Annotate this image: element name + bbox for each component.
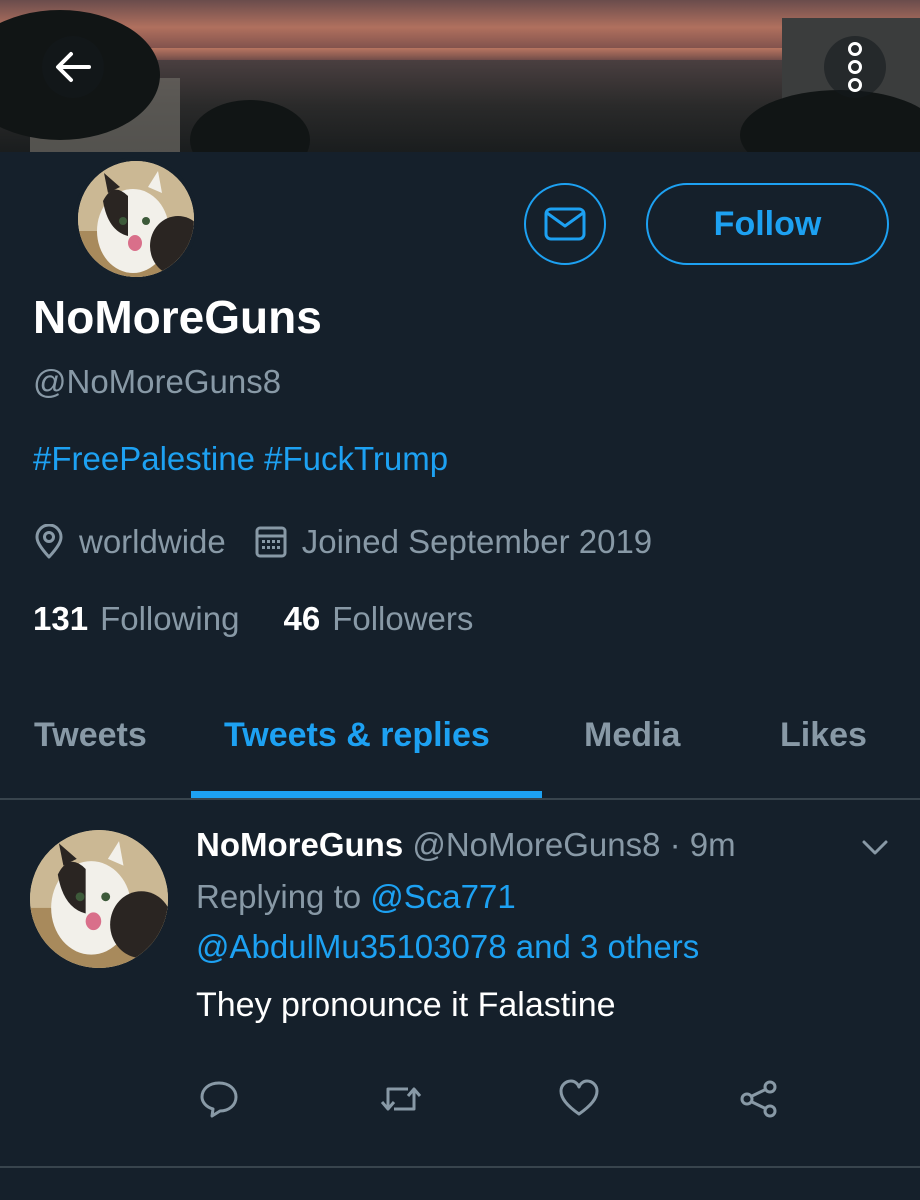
retweet-icon	[380, 1087, 422, 1111]
follow-button[interactable]: Follow	[646, 183, 889, 265]
replying-to-user-link[interactable]: @Sca771	[370, 878, 515, 915]
tweet-separator: ·	[669, 826, 681, 863]
cat-avatar-image	[78, 161, 194, 277]
divider	[0, 798, 920, 800]
profile-avatar[interactable]	[74, 157, 198, 281]
profile-location: worldwide	[79, 523, 226, 560]
following-label: Following	[100, 600, 240, 637]
calendar-icon	[254, 525, 288, 559]
tab-tweets[interactable]: Tweets	[34, 716, 147, 755]
active-tab-indicator	[191, 791, 542, 798]
tweet-header: NoMoreGuns @NoMoreGuns8 · 9m	[196, 826, 736, 864]
replying-to-others-link[interactable]: @AbdulMu35103078 and 3 others	[196, 928, 699, 966]
profile-banner[interactable]	[0, 0, 920, 152]
profile-tabs: Tweets Tweets & replies Media Likes	[0, 700, 920, 798]
reply-icon	[200, 1081, 238, 1118]
tab-tweets-and-replies[interactable]: Tweets & replies	[224, 716, 490, 755]
followers-count: 46	[283, 600, 321, 637]
cat-avatar-image	[30, 830, 168, 968]
tweet-author-handle[interactable]: @NoMoreGuns8	[412, 826, 660, 863]
reply-button[interactable]	[198, 1078, 240, 1125]
tab-media[interactable]: Media	[584, 716, 680, 755]
profile-counts: 131 Following 46 Followers	[33, 600, 517, 638]
retweet-button[interactable]	[378, 1078, 424, 1125]
back-arrow-icon	[56, 52, 91, 82]
profile-bio[interactable]: #FreePalestine #FuckTrump	[33, 440, 448, 478]
location-pin-icon	[33, 524, 65, 560]
tweet-menu-button[interactable]	[858, 832, 892, 867]
share-icon	[740, 1080, 777, 1118]
more-options-button[interactable]	[824, 36, 886, 98]
message-button[interactable]	[524, 183, 606, 265]
tweet-author-name[interactable]: NoMoreGuns	[196, 826, 403, 863]
following-count: 131	[33, 600, 89, 637]
divider	[0, 1166, 920, 1168]
profile-display-name: NoMoreGuns	[33, 291, 322, 343]
tab-likes[interactable]: Likes	[780, 716, 867, 755]
tweet-text: They pronounce it Falastine	[196, 986, 616, 1024]
more-vertical-icon	[848, 42, 862, 92]
replying-to-prefix: Replying to	[196, 878, 362, 915]
profile-joined-date: Joined September 2019	[301, 523, 653, 560]
chevron-down-icon	[862, 840, 888, 855]
like-button[interactable]	[558, 1078, 600, 1123]
following-link[interactable]: 131 Following	[33, 600, 239, 638]
tweet-avatar[interactable]	[30, 830, 168, 968]
replying-to: Replying to @Sca771	[196, 878, 516, 916]
tweet-timestamp: 9m	[689, 826, 736, 863]
share-button[interactable]	[738, 1078, 780, 1125]
followers-link[interactable]: 46 Followers	[283, 600, 473, 638]
profile-meta: worldwide Joined September 2019	[33, 520, 680, 564]
envelope-icon	[544, 207, 586, 241]
followers-label: Followers	[332, 600, 474, 637]
back-button[interactable]	[42, 36, 104, 98]
profile-handle: @NoMoreGuns8	[33, 363, 282, 400]
heart-icon	[559, 1079, 599, 1116]
